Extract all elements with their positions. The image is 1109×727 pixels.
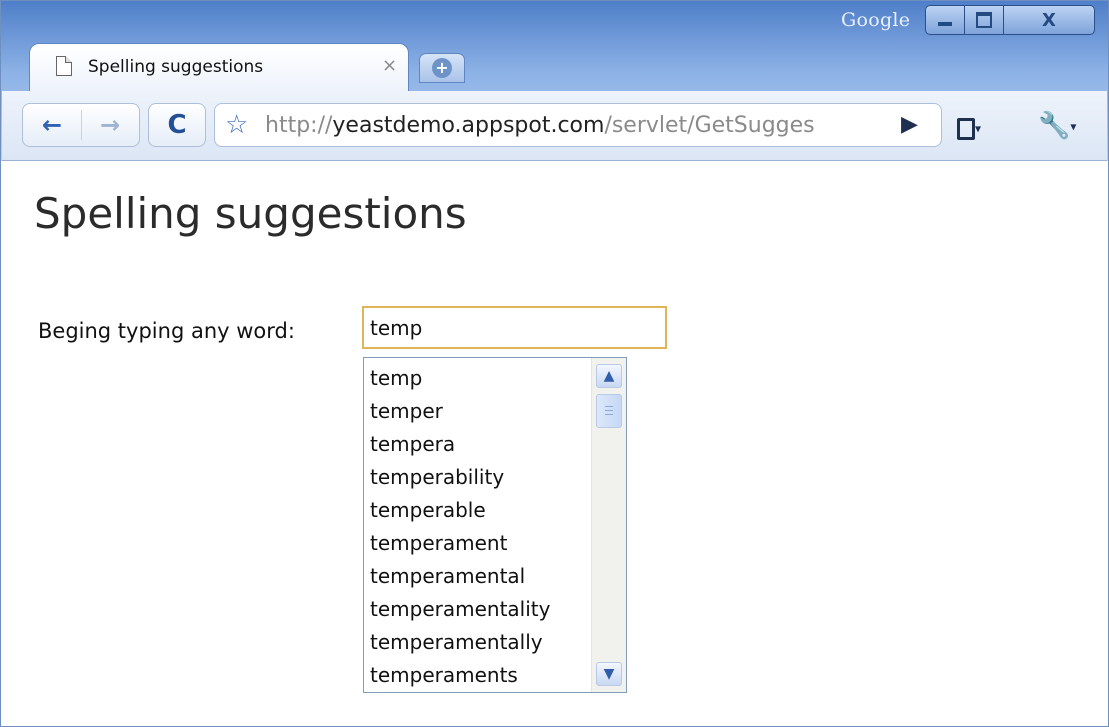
page-menu-button[interactable]: ▾ (957, 113, 981, 143)
suggestion-list[interactable]: temp temper tempera temperability temper… (363, 357, 627, 693)
chevron-down-icon: ▾ (1070, 119, 1077, 134)
grip-line (605, 414, 613, 415)
suggestion-option[interactable]: temperable (370, 498, 486, 522)
page-title: Spelling suggestions (34, 189, 467, 238)
bookmark-star-icon[interactable]: ☆ (225, 110, 248, 140)
tab-spelling-suggestions[interactable]: Spelling suggestions × (29, 43, 409, 91)
suggestion-option[interactable]: temperamentally (370, 630, 543, 654)
url-host: yeastdemo.appspot.com (332, 113, 605, 138)
suggestion-option[interactable]: temperament (370, 531, 507, 555)
page-content: Spelling suggestions Beging typing any w… (2, 161, 1107, 726)
grip-line (605, 406, 613, 407)
page-icon (56, 56, 72, 76)
suggestion-option[interactable]: tempera (370, 432, 455, 456)
wrench-menu-button[interactable]: 🔧▾ (1038, 111, 1076, 141)
browser-brand: Google (841, 9, 911, 31)
new-tab-button[interactable]: + (419, 53, 465, 83)
url-text[interactable]: http://yeastdemo.appspot.com/servlet/Get… (265, 113, 877, 138)
tab-title: Spelling suggestions (88, 57, 264, 77)
maximize-icon (976, 12, 992, 28)
suggestion-option[interactable]: temperability (370, 465, 504, 489)
address-bar[interactable]: ☆ http://yeastdemo.appspot.com/servlet/G… (214, 103, 942, 147)
page-icon (957, 117, 975, 140)
close-window-button[interactable]: X (1003, 5, 1095, 35)
suggestion-option[interactable]: temperamentality (370, 597, 550, 621)
url-scheme: http:// (265, 113, 333, 138)
scroll-down-button[interactable]: ▼ (596, 662, 622, 686)
word-input-label: Beging typing any word: (38, 319, 295, 343)
back-button[interactable]: ← (23, 104, 81, 146)
minimize-button[interactable] (925, 5, 965, 35)
chevron-down-icon: ▾ (975, 121, 982, 136)
scroll-thumb[interactable] (596, 394, 622, 428)
tab-close-button[interactable]: × (382, 55, 397, 76)
reload-button[interactable]: C (148, 103, 206, 147)
suggestion-option[interactable]: temp (370, 366, 422, 390)
grip-line (605, 410, 613, 411)
wrench-icon: 🔧 (1038, 111, 1071, 141)
plus-icon: + (432, 58, 452, 78)
suggestion-scrollbar[interactable]: ▲ ▼ (591, 358, 626, 692)
word-input[interactable] (362, 306, 667, 349)
go-button[interactable]: ▶ (901, 112, 918, 137)
url-path: /servlet/GetSugges (604, 113, 815, 138)
suggestion-option[interactable]: temper (370, 399, 443, 423)
forward-button[interactable]: → (81, 104, 139, 146)
suggestion-option[interactable]: temperaments (370, 663, 518, 687)
navigation-buttons: ← → (22, 103, 140, 147)
suggestion-option[interactable]: temperamental (370, 564, 525, 588)
browser-window: Google X Spelling suggestions × + ← → C … (0, 0, 1109, 727)
minimize-icon (938, 22, 952, 26)
maximize-button[interactable] (964, 5, 1004, 35)
toolbar: ← → C ☆ http://yeastdemo.appspot.com/ser… (2, 91, 1107, 161)
scroll-up-button[interactable]: ▲ (596, 364, 622, 388)
